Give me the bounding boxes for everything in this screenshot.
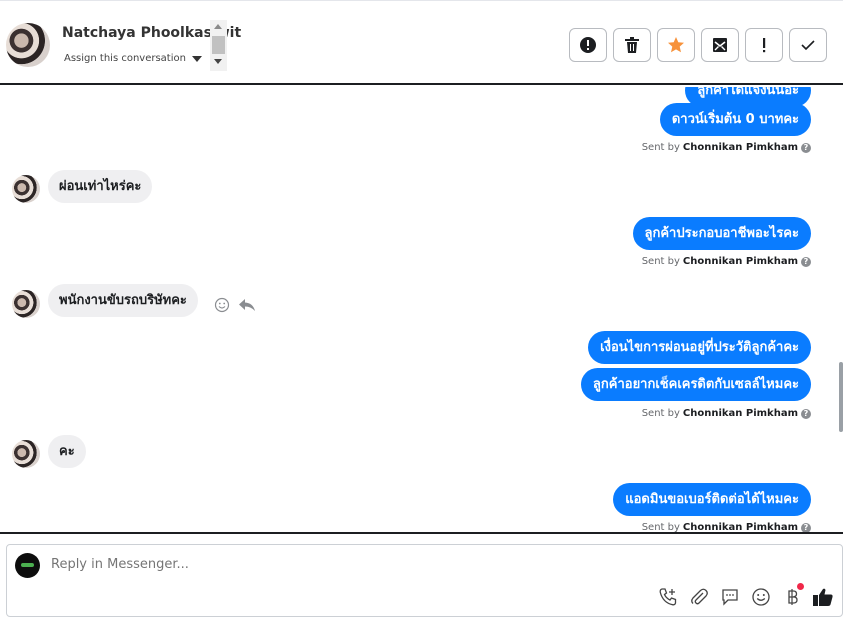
saved-replies-button[interactable] bbox=[719, 586, 741, 608]
incoming-message[interactable]: พนักงานขับรถบริษัทคะ bbox=[48, 284, 198, 317]
help-icon[interactable]: ? bbox=[801, 256, 811, 267]
scroll-down-arrow-icon[interactable] bbox=[214, 59, 222, 64]
conversation-actions bbox=[569, 28, 827, 62]
spam-button[interactable] bbox=[569, 28, 607, 62]
sent-by-label: Sent by Chonnikan Pimkham ? bbox=[642, 408, 811, 419]
reply-input[interactable] bbox=[51, 557, 551, 572]
message-thread[interactable]: ลูกค้าได้แจ้งนั่นอะ ดาวน์เริ่มต้น 0 บาทค… bbox=[0, 87, 843, 532]
outgoing-message[interactable]: แอดมินขอเบอร์ติดต่อได้ไหมคะ bbox=[613, 483, 811, 516]
scroll-thumb[interactable] bbox=[212, 36, 225, 54]
reply-composer bbox=[6, 544, 843, 617]
sent-by-name: Chonnikan Pimkham bbox=[682, 408, 798, 419]
star-icon bbox=[668, 37, 684, 53]
emoji-button[interactable] bbox=[750, 586, 772, 608]
alert-circle-icon bbox=[580, 37, 596, 53]
thread-scroll-thumb[interactable] bbox=[839, 362, 843, 432]
attach-button[interactable] bbox=[688, 586, 710, 608]
outgoing-message[interactable]: เงื่อนไขการผ่อนอยู่ที่ประวัติลูกค้าคะ bbox=[588, 331, 811, 364]
call-button[interactable] bbox=[657, 586, 679, 608]
assign-conversation-dropdown[interactable]: Assign this conversation bbox=[64, 53, 202, 64]
message-actions bbox=[214, 297, 256, 313]
follow-up-button[interactable] bbox=[745, 28, 783, 62]
contact-avatar-small bbox=[12, 440, 40, 468]
name-scrollbar[interactable] bbox=[210, 20, 227, 71]
payment-button[interactable] bbox=[781, 583, 804, 608]
incoming-message[interactable]: ผ่อนเท่าไหร่คะ bbox=[48, 170, 153, 203]
smiley-icon bbox=[752, 588, 770, 606]
page-avatar bbox=[15, 553, 40, 578]
paperclip-icon bbox=[691, 588, 708, 605]
scroll-up-arrow-icon[interactable] bbox=[214, 24, 222, 29]
thread-scrollbar[interactable] bbox=[837, 87, 843, 532]
notification-dot bbox=[797, 583, 804, 590]
outgoing-message[interactable]: ดาวน์เริ่มต้น 0 บาทคะ bbox=[659, 103, 811, 136]
composer-divider bbox=[0, 532, 843, 534]
contact-avatar[interactable] bbox=[6, 23, 50, 67]
contact-avatar-small bbox=[12, 175, 40, 203]
star-button[interactable] bbox=[657, 28, 695, 62]
outgoing-message[interactable]: ลูกค้าประกอบอาชีพอะไรคะ bbox=[632, 217, 811, 250]
composer-tools bbox=[657, 583, 834, 608]
caret-down-icon bbox=[191, 55, 202, 62]
sent-by-prefix: Sent by bbox=[641, 408, 680, 419]
incoming-message[interactable]: คะ bbox=[48, 435, 86, 468]
mark-unread-button[interactable] bbox=[701, 28, 739, 62]
sent-by-name: Chonnikan Pimkham bbox=[682, 142, 798, 153]
sent-by-label: Sent by Chonnikan Pimkham ? bbox=[642, 142, 811, 153]
check-icon bbox=[801, 40, 815, 51]
like-button[interactable] bbox=[812, 586, 834, 608]
sent-by-name: Chonnikan Pimkham bbox=[682, 256, 798, 267]
assign-label: Assign this conversation bbox=[64, 53, 186, 64]
help-icon[interactable]: ? bbox=[801, 408, 811, 419]
mail-icon bbox=[713, 38, 727, 52]
mark-done-button[interactable] bbox=[789, 28, 827, 62]
sent-by-label: Sent by Chonnikan Pimkham ? bbox=[642, 256, 811, 267]
contact-avatar-small bbox=[12, 290, 40, 318]
trash-icon bbox=[625, 37, 639, 53]
sent-by-prefix: Sent by bbox=[641, 256, 680, 267]
thumbs-up-icon bbox=[813, 588, 833, 606]
exclamation-icon bbox=[763, 38, 766, 53]
sent-by-prefix: Sent by bbox=[641, 522, 680, 532]
phone-plus-icon bbox=[659, 588, 677, 606]
conversation-header: Natchaya Phoolkasiwit Assign this conver… bbox=[0, 0, 843, 85]
help-icon[interactable]: ? bbox=[801, 142, 811, 153]
sent-by-name: Chonnikan Pimkham bbox=[682, 522, 798, 532]
outgoing-message[interactable]: ลูกค้าอยากเช็คเครดิตกับเซลล์ไหมคะ bbox=[580, 368, 811, 401]
baht-icon bbox=[788, 589, 798, 605]
delete-button[interactable] bbox=[613, 28, 651, 62]
chat-bubble-icon bbox=[722, 589, 738, 606]
react-smiley-icon[interactable] bbox=[214, 297, 230, 313]
help-icon[interactable]: ? bbox=[801, 522, 811, 532]
reply-arrow-icon[interactable] bbox=[238, 297, 256, 313]
sent-by-prefix: Sent by bbox=[641, 142, 680, 153]
sent-by-label: Sent by Chonnikan Pimkham ? bbox=[642, 522, 811, 532]
